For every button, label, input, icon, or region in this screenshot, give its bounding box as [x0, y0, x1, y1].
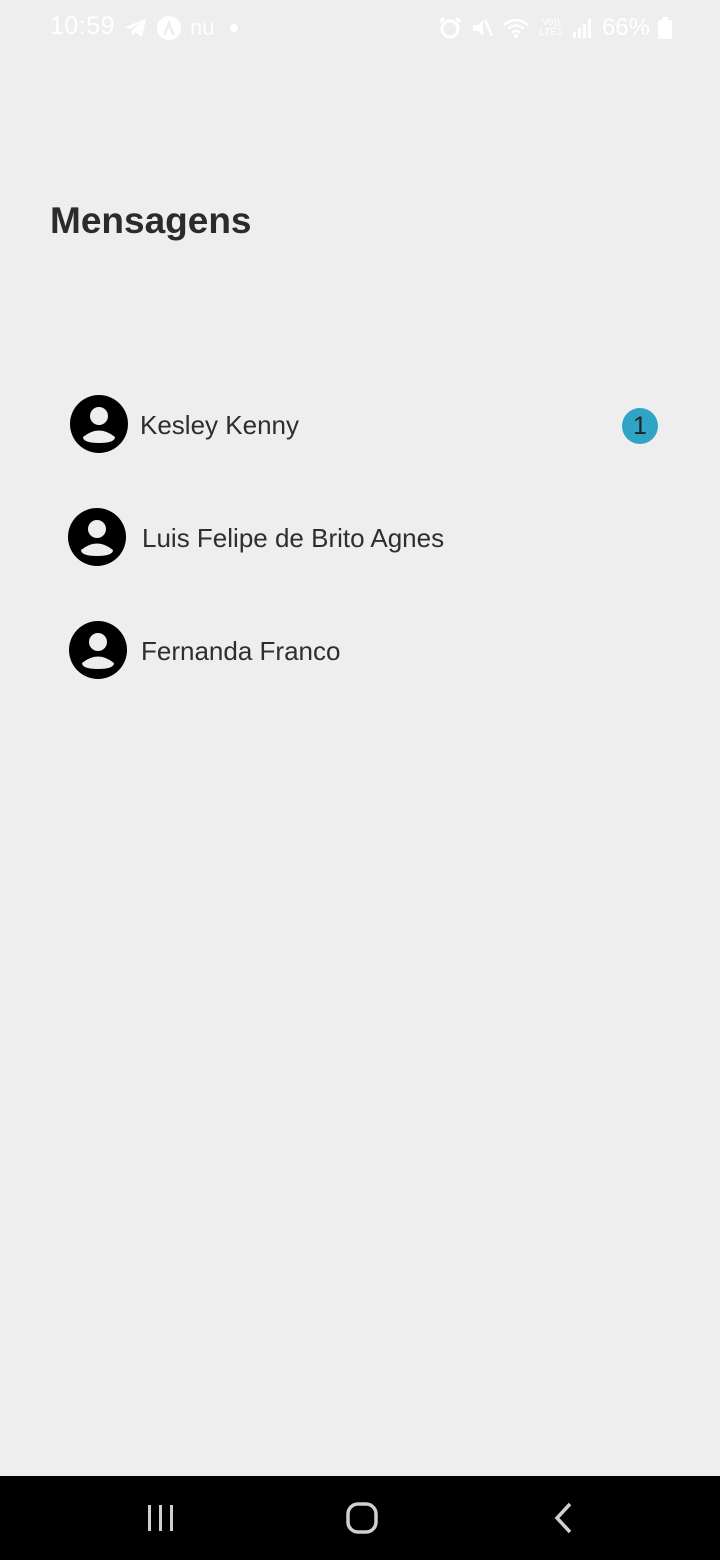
notification-icons: nu [124, 14, 239, 42]
user-avatar-icon [68, 508, 126, 566]
home-icon [346, 1502, 378, 1534]
mute-icon [472, 19, 494, 37]
page-title: Mensagens [50, 200, 252, 241]
user-avatar-icon [70, 395, 128, 453]
telegram-icon [125, 19, 146, 37]
volte-icon: Vo)) LTE1 [539, 17, 563, 38]
status-bar: 10:59 nu Vo)) LTE1 66% [0, 0, 720, 56]
back-button[interactable] [534, 1496, 594, 1540]
more-notifications-dot [230, 24, 239, 32]
nubank-icon: nu [190, 15, 215, 40]
system-icons: Vo)) LTE1 66% [438, 13, 672, 43]
battery-percentage: 66% [601, 14, 650, 41]
angular-app-icon [157, 16, 181, 40]
battery-icon [658, 17, 672, 39]
conversation-item-fernanda-franco[interactable]: Fernanda Franco [0, 616, 720, 688]
system-navigation-bar [0, 1476, 720, 1560]
contact-name: Fernanda Franco [141, 636, 341, 666]
status-time: 10:59 [50, 12, 116, 40]
home-button[interactable] [332, 1496, 392, 1540]
conversation-item-luis-felipe[interactable]: Luis Felipe de Brito Agnes [0, 503, 720, 575]
recents-icon [148, 1505, 173, 1531]
user-avatar-icon [69, 621, 127, 679]
contact-name: Luis Felipe de Brito Agnes [142, 523, 445, 553]
contact-name: Kesley Kenny [140, 410, 299, 440]
recents-button[interactable] [131, 1496, 191, 1540]
wifi-icon [503, 18, 529, 38]
unread-count-badge: 1 [622, 408, 658, 444]
alarm-icon [438, 16, 462, 39]
conversation-item-kesley-kenny[interactable]: Kesley Kenny 1 [0, 390, 720, 462]
back-icon [554, 1502, 572, 1534]
signal-icon [572, 19, 591, 38]
